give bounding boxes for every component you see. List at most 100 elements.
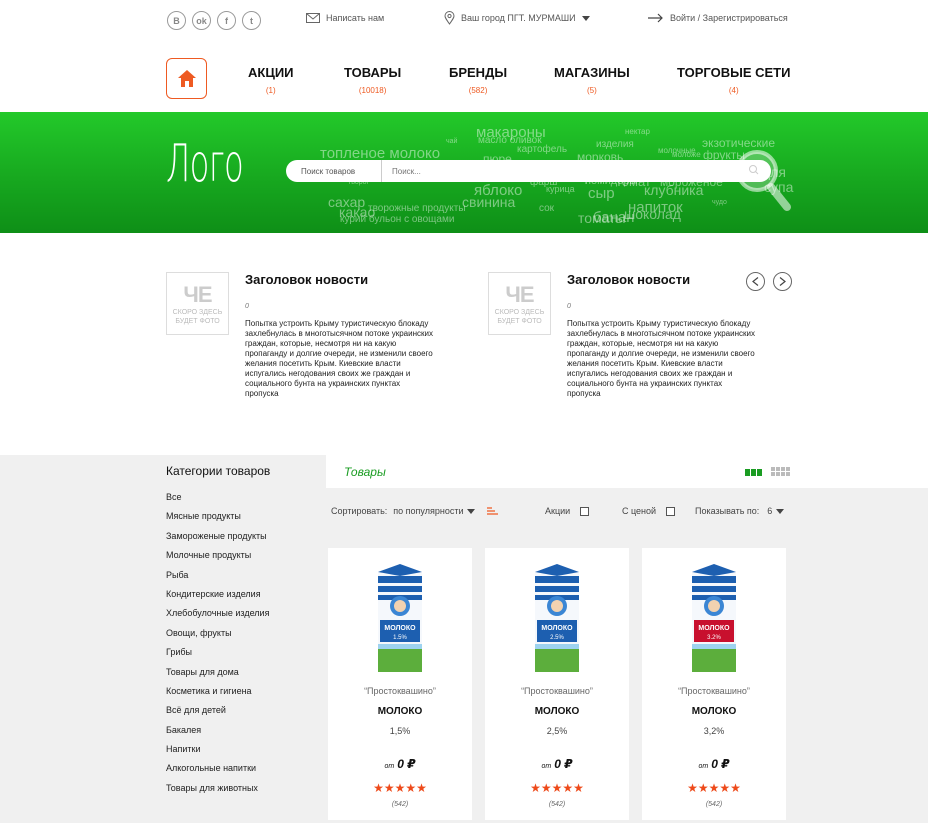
tag-cloud-word[interactable]: сыр xyxy=(588,185,615,202)
sort-value: по популярности xyxy=(393,506,464,516)
page-size-control[interactable]: Показывать по: 6 xyxy=(695,506,785,516)
login-arrow-icon xyxy=(648,13,663,23)
category-item[interactable]: Товары для животных xyxy=(166,783,269,802)
product-card[interactable]: МОЛОКО 1.5% “Простоквашино” МОЛОКО 1,5% … xyxy=(328,548,472,820)
twitter-icon[interactable]: t xyxy=(242,11,261,30)
tag-cloud-word[interactable]: чай xyxy=(446,138,457,145)
main-nav: АКЦИИ (1) ТОВАРЫ (10018) БРЕНДЫ (582) МА… xyxy=(0,40,928,112)
product-name[interactable]: МОЛОКО xyxy=(485,706,629,717)
page-size-value: 6 xyxy=(767,506,773,516)
product-card[interactable]: МОЛОКО 2.5% “Простоквашино” МОЛОКО 2,5% … xyxy=(485,548,629,820)
placeholder-caption: СКОРО ЗДЕСЬ БУДЕТ ФОТО xyxy=(172,308,223,325)
category-item[interactable]: Мясные продукты xyxy=(166,511,269,530)
category-item[interactable]: Овощи, фрукты xyxy=(166,628,269,647)
social-links: B ok f t xyxy=(167,11,261,30)
product-card[interactable]: МОЛОКО 3.2% “Простоквашино” МОЛОКО 3,2% … xyxy=(642,548,786,820)
facebook-icon[interactable]: f xyxy=(217,11,236,30)
category-item[interactable]: Замороженые продукты xyxy=(166,531,269,550)
review-count[interactable]: (542) xyxy=(642,801,786,808)
product-name[interactable]: МОЛОКО xyxy=(328,706,472,717)
product-name[interactable]: МОЛОКО xyxy=(642,706,786,717)
category-item[interactable]: Кондитерские изделия xyxy=(166,589,269,608)
pack-fat-label: 3.2% xyxy=(707,635,721,641)
filter-price-label: С ценой xyxy=(622,506,657,516)
tag-cloud-word[interactable]: творожные продукты xyxy=(368,203,466,214)
nav-promotions[interactable]: АКЦИИ (1) xyxy=(248,65,294,95)
vk-icon[interactable]: B xyxy=(167,11,186,30)
pack-fat-label: 2.5% xyxy=(550,635,564,641)
category-item[interactable]: Все xyxy=(166,492,269,511)
city-selector[interactable]: Ваш город ПГТ. МУРМАШИ xyxy=(444,11,590,25)
search-hero: Лого макароны топленое молоко масло олив… xyxy=(0,112,928,233)
login-link[interactable]: Войти / Зарегистрироваться xyxy=(648,13,788,23)
tag-cloud-word[interactable]: свинина xyxy=(462,194,515,210)
category-list: Все Мясные продукты Замороженые продукты… xyxy=(166,492,269,802)
category-item[interactable]: Товары для дома xyxy=(166,667,269,686)
nav-retail-chains[interactable]: ТОРГОВЫЕ СЕТИ (4) xyxy=(677,65,790,95)
news-prev-button[interactable] xyxy=(746,272,765,291)
category-item[interactable]: Бакалея xyxy=(166,725,269,744)
review-count[interactable]: (542) xyxy=(485,801,629,808)
sort-control[interactable]: Сортировать: по популярности xyxy=(331,506,499,516)
tag-cloud-word[interactable]: сок xyxy=(539,203,554,214)
tag-cloud-word[interactable]: курица xyxy=(546,184,575,194)
view-list-icon[interactable] xyxy=(745,469,762,476)
chevron-right-icon xyxy=(779,277,786,286)
nav-label: БРЕНДЫ xyxy=(449,65,508,80)
news-number: 0 xyxy=(245,303,249,310)
tag-cloud-word[interactable]: курий бульон с овощами xyxy=(340,214,454,225)
tag-cloud-word[interactable]: томаты xyxy=(578,210,626,226)
products-area: Сортировать: по популярности Акции С цен… xyxy=(326,488,928,823)
price-value: 0 ₽ xyxy=(554,757,573,771)
category-item[interactable]: Алкогольные напитки xyxy=(166,763,269,782)
review-count[interactable]: (542) xyxy=(328,801,472,808)
filter-bar: Сортировать: по популярности Акции С цен… xyxy=(326,488,928,536)
placeholder-caption: СКОРО ЗДЕСЬ БУДЕТ ФОТО xyxy=(494,308,545,325)
filter-promo-checkbox[interactable] xyxy=(580,506,590,516)
filter-promo-label: Акции xyxy=(545,506,571,516)
filter-price[interactable]: С ценой xyxy=(622,506,676,516)
site-logo[interactable]: Лого xyxy=(166,134,244,194)
category-item[interactable]: Напитки xyxy=(166,744,269,763)
tag-cloud-word[interactable]: картофель xyxy=(517,144,567,155)
nav-count: (5) xyxy=(586,86,597,95)
category-item[interactable]: Молочные продукты xyxy=(166,550,269,569)
news-next-button[interactable] xyxy=(773,272,792,291)
filter-price-checkbox[interactable] xyxy=(666,506,676,516)
star-rating-icon: ★★★★★ xyxy=(373,781,427,795)
news-title[interactable]: Заголовок новости xyxy=(245,272,368,287)
chevron-left-icon xyxy=(752,277,759,286)
category-item[interactable]: Рыба xyxy=(166,570,269,589)
home-button[interactable] xyxy=(166,58,207,99)
sidebar-title: Категории товаров xyxy=(166,464,271,478)
nav-stores[interactable]: МАГАЗИНЫ (5) xyxy=(554,65,630,95)
milk-carton-image: МОЛОКО 3.2% xyxy=(692,564,736,672)
news-photo-placeholder: ЧЕ СКОРО ЗДЕСЬ БУДЕТ ФОТО xyxy=(488,272,551,335)
tag-cloud-word[interactable]: чудо xyxy=(712,199,727,206)
tag-cloud-word[interactable]: моложе xyxy=(672,150,701,159)
nav-count: (1) xyxy=(265,86,276,95)
filter-promo[interactable]: Акции xyxy=(545,506,590,516)
news-title[interactable]: Заголовок новости xyxy=(567,272,690,287)
nav-count: (582) xyxy=(468,86,488,95)
product-brand: “Простоквашино” xyxy=(521,686,593,696)
category-item[interactable]: Хлебобулочные изделия xyxy=(166,608,269,627)
nav-products[interactable]: ТОВАРЫ (10018) xyxy=(344,65,401,95)
placeholder-logo-icon: ЧЕ xyxy=(183,281,212,307)
odnoklassniki-icon[interactable]: ok xyxy=(192,11,211,30)
write-us-link[interactable]: Написать нам xyxy=(306,13,384,23)
tag-cloud-word[interactable]: нектар xyxy=(625,127,650,136)
view-grid-icon[interactable] xyxy=(771,467,790,476)
search-icon[interactable] xyxy=(733,147,793,212)
category-item[interactable]: Всё для детей xyxy=(166,705,269,724)
search-bar: Поиск товаров xyxy=(286,160,771,182)
milk-carton-image: МОЛОКО 1.5% xyxy=(378,564,422,672)
sort-order-icon xyxy=(487,507,499,515)
search-category-select[interactable]: Поиск товаров xyxy=(286,160,382,182)
tag-cloud-word[interactable]: изделия xyxy=(596,139,634,150)
nav-brands[interactable]: БРЕНДЫ (582) xyxy=(449,65,507,95)
category-item[interactable]: Косметика и гигиена xyxy=(166,686,269,705)
search-input[interactable] xyxy=(382,166,771,176)
chevron-down-icon xyxy=(581,15,590,21)
category-item[interactable]: Грибы xyxy=(166,647,269,666)
